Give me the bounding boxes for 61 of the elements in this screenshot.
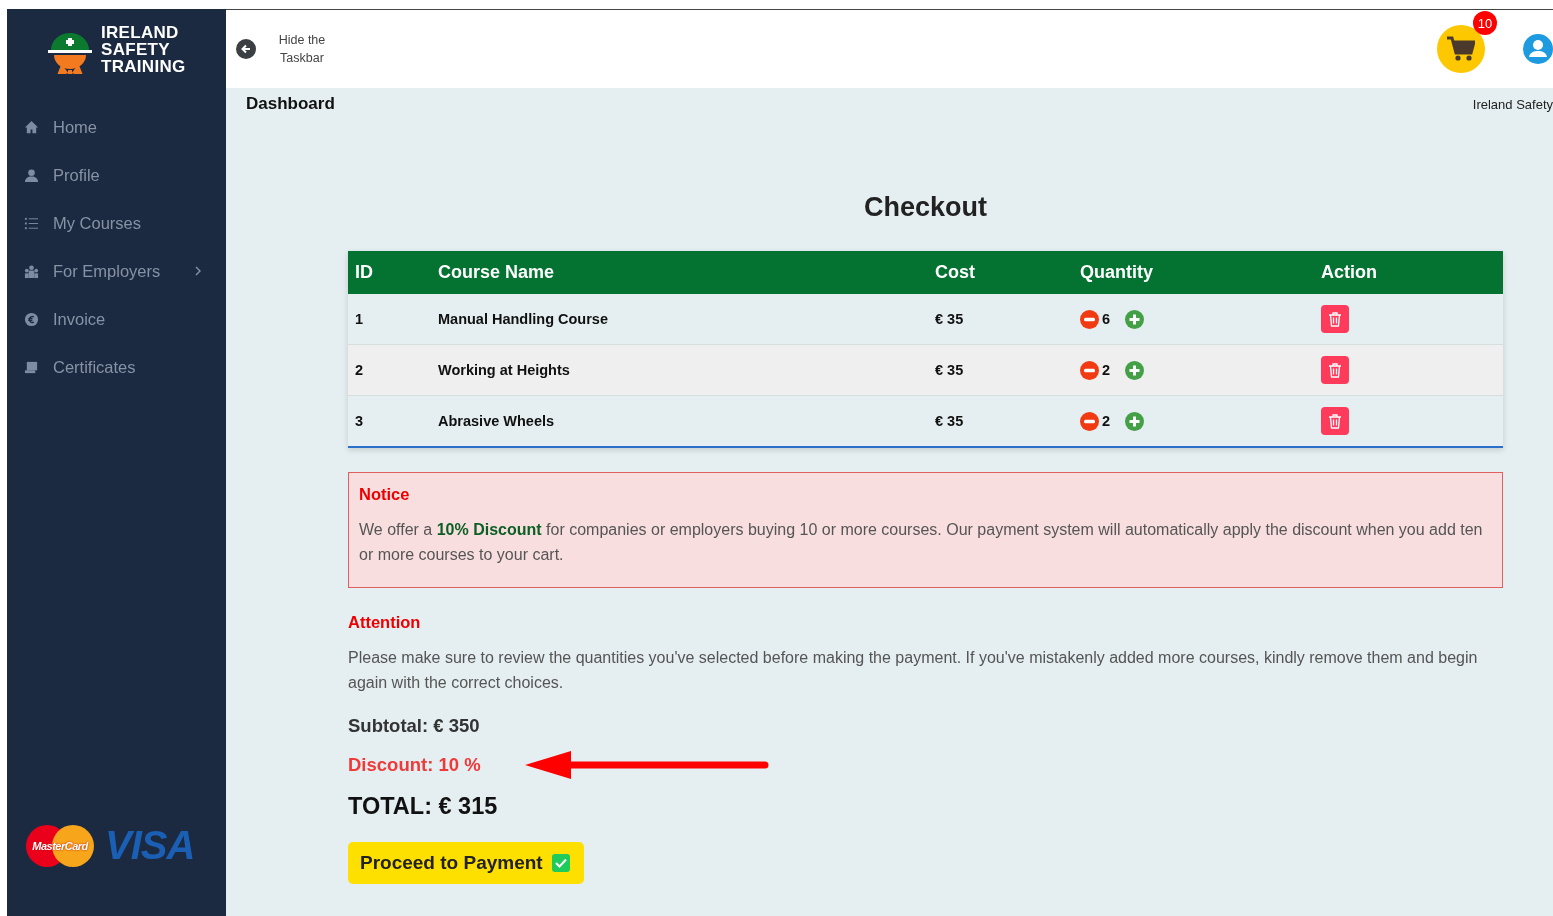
table-cell-text: Manual Handling Course — [437, 311, 609, 327]
increase-button[interactable] — [1125, 360, 1144, 380]
table-cell-text: 2 — [354, 362, 365, 378]
list-icon — [24, 215, 39, 231]
check-icon — [551, 854, 570, 872]
hide-taskbar-button[interactable]: Hide the Taskbar — [236, 31, 332, 67]
table-cell-text: 1 — [354, 311, 365, 327]
trash-icon — [1328, 362, 1342, 378]
increase-button[interactable] — [1125, 411, 1144, 431]
notice-text: We offer a 10% Discount for companies or employers buying 10 or more courses. Our payment system will automatically apply the discount when you add ten or more courses to your cart. — [359, 520, 1484, 565]
sidebar-item[interactable]: For Employers — [7, 247, 226, 295]
quantity-value: 6 — [1102, 311, 1112, 327]
scroll-icon — [24, 359, 39, 375]
total-text: TOTAL: € 315 — [348, 793, 499, 820]
decrease-button[interactable] — [1080, 411, 1099, 431]
avatar-icon[interactable] — [1523, 34, 1553, 64]
decrease-button[interactable] — [1080, 360, 1099, 380]
trash-icon — [1328, 311, 1342, 327]
notice-heading: Notice — [359, 485, 411, 504]
sidebar-item[interactable]: Certificates — [7, 343, 226, 391]
logo-text: SAFETY — [101, 40, 171, 58]
user-icon — [24, 167, 39, 183]
proceed-to-payment-button[interactable]: Proceed to Payment — [348, 842, 584, 884]
delete-button[interactable] — [1321, 407, 1349, 435]
column-header: Quantity — [1079, 262, 1154, 283]
visa-logo: VISA — [105, 823, 195, 868]
column-header: Course Name — [437, 262, 556, 283]
page-title: Dashboard — [246, 94, 335, 114]
decrease-button[interactable] — [1080, 309, 1099, 329]
column-header: Action — [1320, 262, 1378, 283]
table-cell-text: € 35 — [934, 311, 965, 327]
sidebar-item[interactable]: Invoice — [7, 295, 226, 343]
quantity-value: 2 — [1102, 413, 1112, 429]
table-cell-text: € 35 — [934, 362, 965, 378]
discount-text: Discount: 10 % — [348, 754, 481, 776]
sidebar-item[interactable]: Home — [7, 103, 226, 151]
column-header: ID — [354, 262, 374, 283]
subtotal-text: Subtotal: € 350 — [348, 715, 481, 737]
increase-button[interactable] — [1125, 309, 1144, 329]
table-cell-text: Working at Heights — [437, 362, 571, 378]
column-header: Cost — [934, 262, 976, 283]
sidebar-item[interactable]: My Courses — [7, 199, 226, 247]
table-cell-text: 3 — [354, 413, 365, 429]
euro-icon — [24, 311, 39, 327]
table-cell-text: Abrasive Wheels — [437, 413, 556, 429]
quantity-value: 2 — [1102, 362, 1112, 378]
home-icon — [24, 119, 39, 135]
checkout-title: Checkout — [863, 192, 988, 223]
attention-heading: Attention — [348, 613, 422, 632]
logo-text: TRAINING — [101, 57, 186, 75]
delete-button[interactable] — [1321, 356, 1349, 384]
logo-text: IRELAND — [101, 23, 180, 41]
cart-count-badge: 10 — [1473, 11, 1497, 35]
table-cell-text: € 35 — [934, 413, 965, 429]
delete-button[interactable] — [1321, 305, 1349, 333]
group-icon — [24, 263, 39, 279]
sidebar-item[interactable]: Profile — [7, 151, 226, 199]
cart-icon — [1447, 36, 1475, 62]
site-name: Ireland Safety — [1472, 96, 1553, 112]
attention-text: Please make sure to review the quantities you've selected before making the payment. If you've mistakenly added more courses, kindly remove them and begin again with the correct choices. — [348, 648, 1479, 693]
trash-icon — [1328, 413, 1342, 429]
